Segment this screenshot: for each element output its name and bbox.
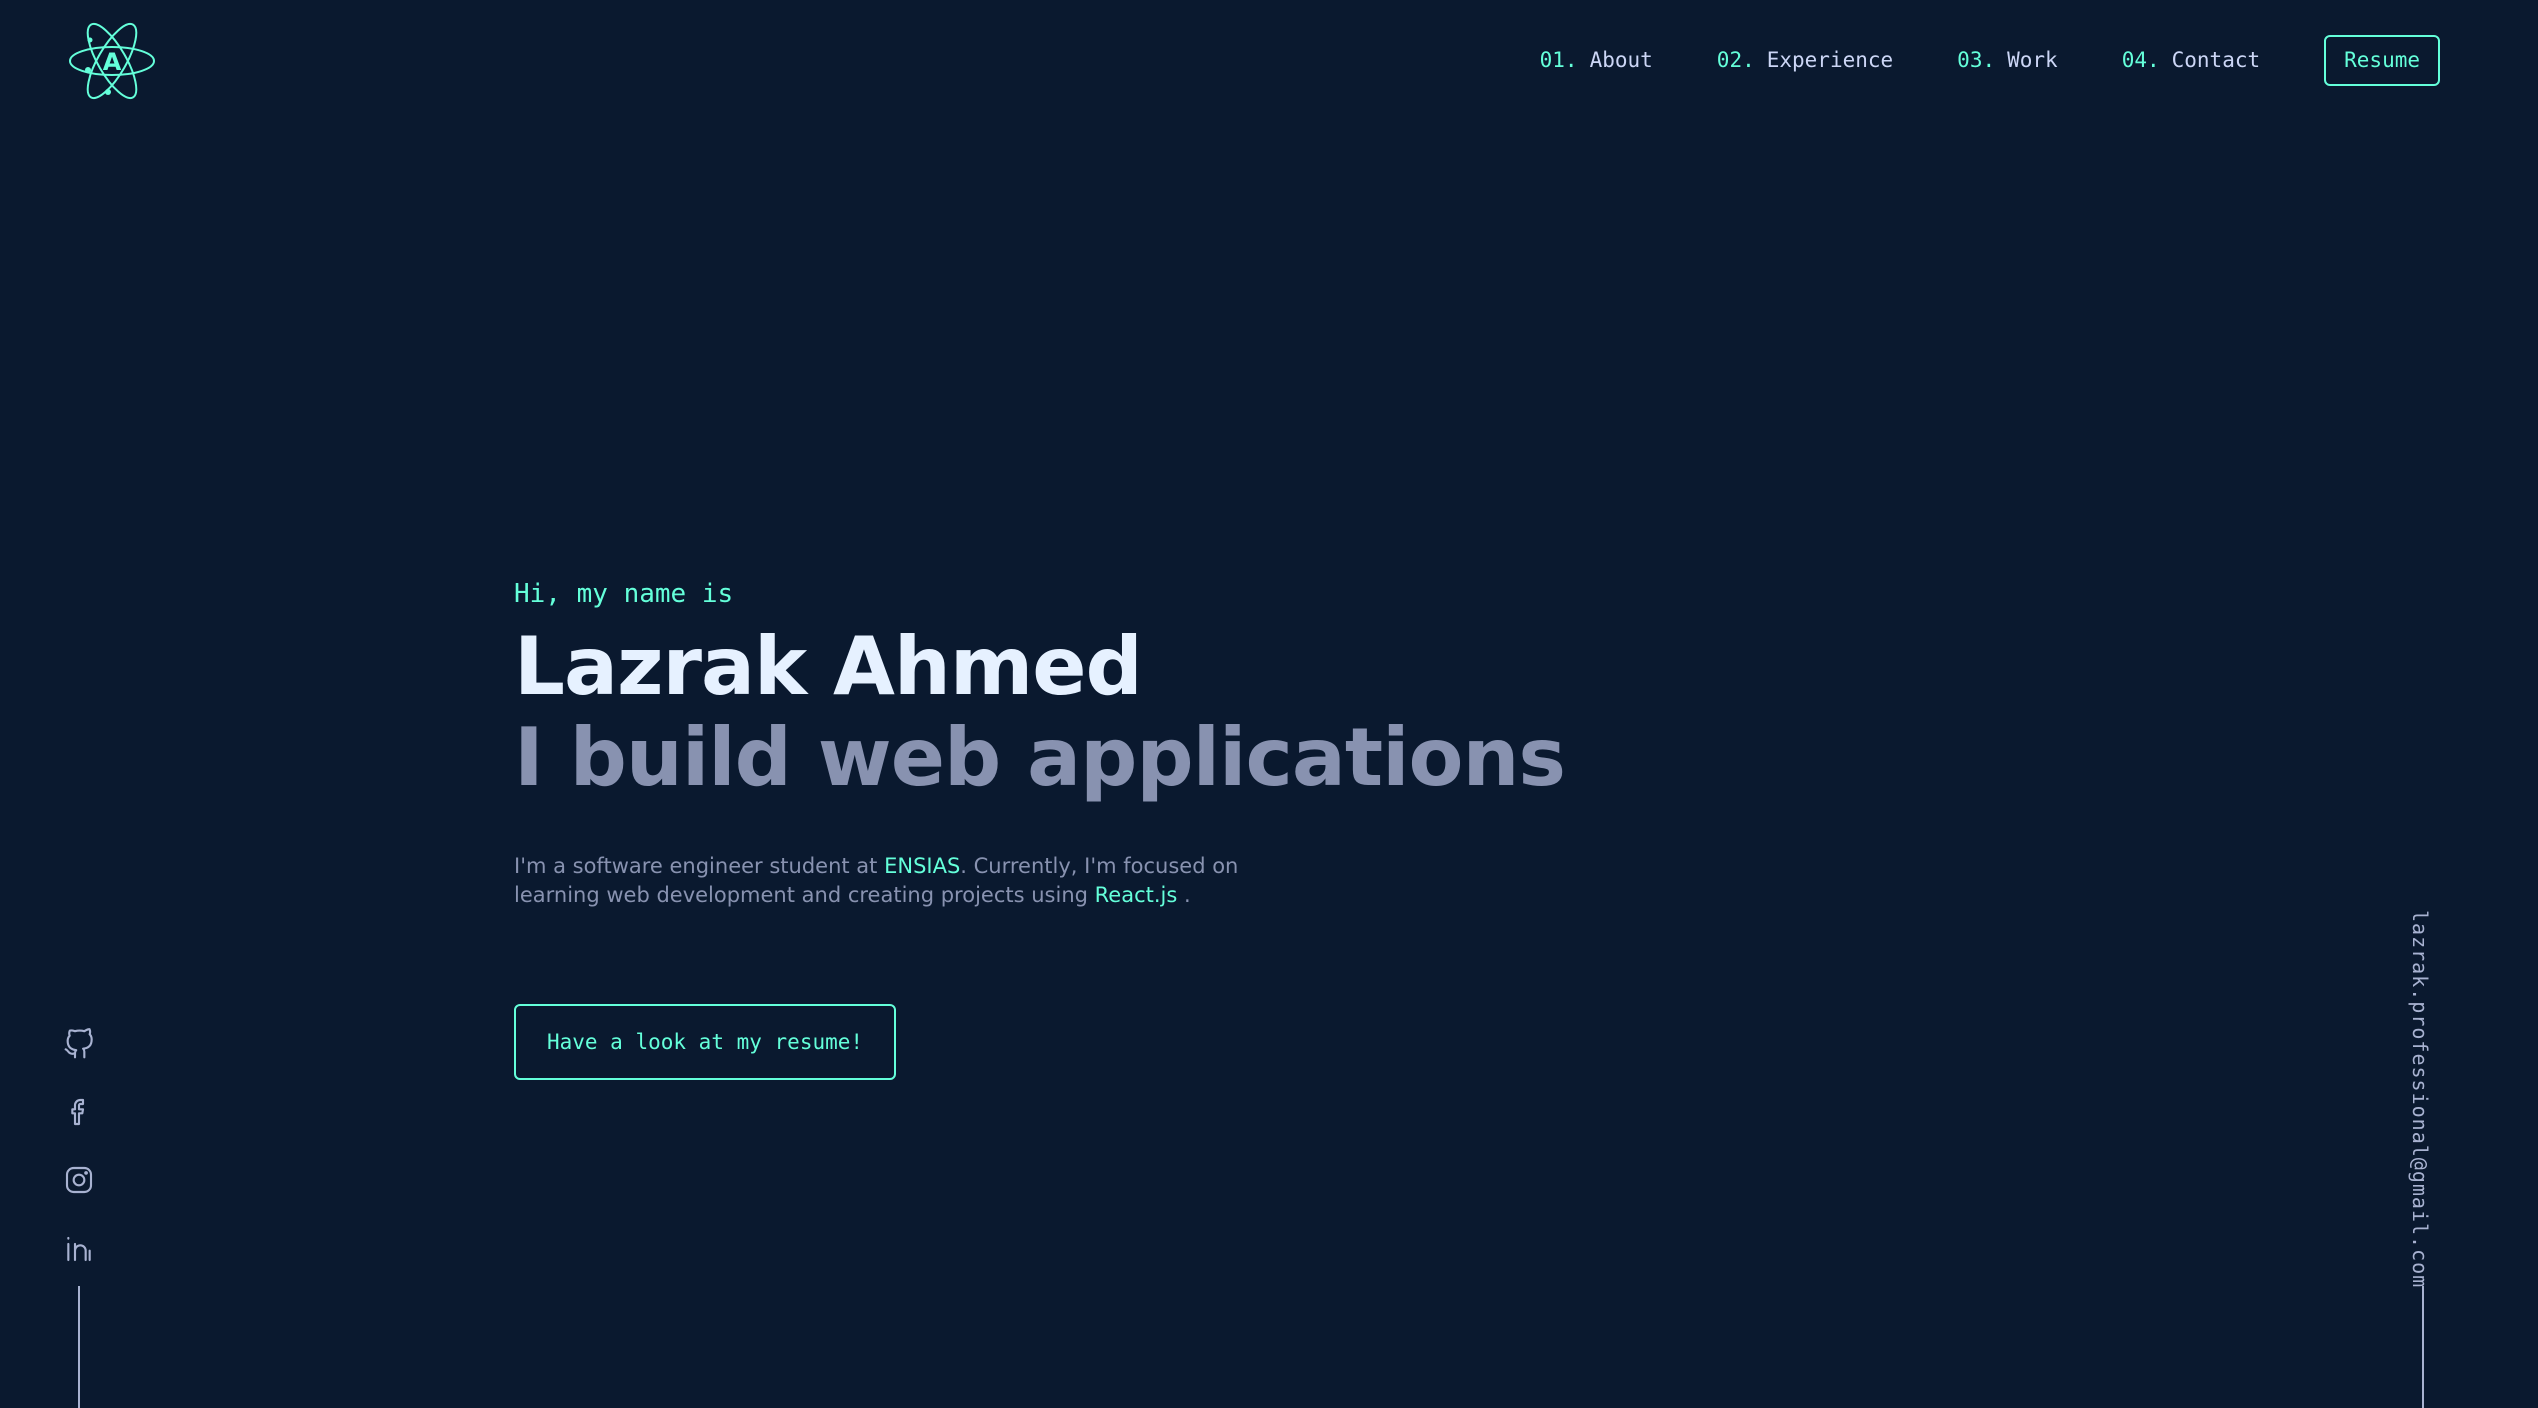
nav-number: 03.	[1957, 48, 1996, 72]
desc-text: I'm a software engineer student at	[514, 854, 885, 878]
school-link[interactable]: ENSIAS	[884, 854, 960, 878]
nav-label: About	[1589, 48, 1653, 72]
main-nav: 01. About 02. Experience 03. Work 04. Co…	[1540, 34, 2440, 86]
hero-tagline: I build web applications	[514, 711, 1566, 804]
github-icon	[64, 1028, 93, 1059]
logo-letter: A	[103, 48, 122, 76]
nav-about[interactable]: 01. About	[1540, 48, 1653, 72]
hero-description: I'm a software engineer student at ENSIA…	[514, 852, 1254, 910]
tech-link[interactable]: React.js	[1095, 883, 1178, 907]
facebook-icon	[71, 1098, 85, 1126]
nav-contact[interactable]: 04. Contact	[2122, 48, 2260, 72]
nav-label: Work	[2007, 48, 2058, 72]
github-link[interactable]	[61, 1026, 97, 1062]
resume-button[interactable]: Resume	[2324, 34, 2440, 86]
linkedin-link[interactable]	[61, 1230, 97, 1266]
instagram-link[interactable]	[61, 1162, 97, 1198]
social-links	[58, 1026, 100, 1298]
hero-name: Lazrak Ahmed	[514, 620, 1143, 713]
right-rail-line	[2422, 1286, 2424, 1408]
nav-work[interactable]: 03. Work	[1957, 48, 2058, 72]
instagram-icon	[65, 1166, 93, 1194]
left-rail-line	[78, 1286, 80, 1408]
hero-section: Hi, my name is Lazrak Ahmed I build web …	[514, 572, 1914, 910]
view-resume-button[interactable]: Have a look at my resume!	[514, 1004, 896, 1080]
nav-experience[interactable]: 02. Experience	[1717, 48, 1893, 72]
linkedin-icon	[67, 1236, 91, 1262]
nav-number: 04.	[2121, 48, 2160, 72]
greeting: Hi, my name is	[514, 579, 734, 609]
email-link[interactable]: lazrak.professional@gmail.com	[2408, 910, 2432, 1288]
desc-text: .	[1177, 883, 1191, 907]
atom-logo-icon[interactable]: A	[68, 20, 156, 102]
nav-label: Experience	[1766, 48, 1894, 72]
nav-number: 02.	[1716, 48, 1755, 72]
nav-label: Contact	[2171, 48, 2261, 72]
facebook-link[interactable]	[61, 1094, 97, 1130]
nav-number: 01.	[1539, 48, 1578, 72]
